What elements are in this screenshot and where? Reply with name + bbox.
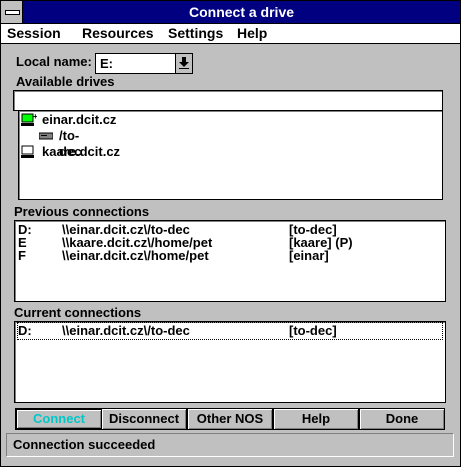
local-name-dropdown[interactable]: E: [95, 53, 193, 74]
status-text: Connection succeeded [13, 437, 156, 452]
title-bar: Connect a drive [1, 1, 460, 24]
connect-drive-window: Connect a drive Session Resources Settin… [0, 0, 461, 467]
dropdown-arrow-icon[interactable] [175, 54, 192, 73]
current-connections-label: Current connections [14, 305, 142, 320]
drive-letter: D: [18, 323, 32, 338]
done-button[interactable]: Done [359, 408, 445, 430]
tree-item-label: kaare.dcit.cz [42, 144, 121, 159]
other-nos-button[interactable]: Other NOS [187, 408, 273, 430]
help-button[interactable]: Help [273, 408, 359, 430]
connection-path: \\einar.dcit.cz\/to-dec [62, 323, 190, 338]
available-drives-label: Available drives [16, 74, 115, 89]
available-drives-tree[interactable]: + einar.dcit.cz /to-dec kaare.dcit.cz [18, 110, 443, 200]
connection-tag: [einar] [289, 248, 329, 263]
connect-button[interactable]: Connect [15, 408, 103, 430]
computer-icon: + [21, 113, 37, 126]
menu-settings[interactable]: Settings [168, 25, 223, 41]
previous-connections-label: Previous connections [14, 204, 150, 219]
list-item[interactable]: D: \\einar.dcit.cz\/to-dec [to-dec] [17, 322, 443, 340]
path-input[interactable] [13, 90, 443, 111]
disconnect-button[interactable]: Disconnect [101, 408, 187, 430]
menu-bar: Session Resources Settings Help [1, 24, 460, 44]
drive-letter: F [18, 248, 26, 263]
computer-icon [21, 145, 34, 158]
current-connections-list[interactable]: D: \\einar.dcit.cz\/to-dec [to-dec] [14, 321, 446, 403]
list-item[interactable]: F \\einar.dcit.cz\/home/pet [einar] [18, 248, 442, 264]
window-title: Connect a drive [188, 4, 295, 20]
previous-connections-list[interactable]: D: \\einar.dcit.cz\/to-dec [to-dec] E \\… [14, 220, 446, 302]
connection-path: \\einar.dcit.cz\/home/pet [62, 248, 209, 263]
tree-item-label: einar.dcit.cz [42, 112, 117, 127]
status-bar: Connection succeeded [6, 433, 454, 457]
svg-text:+: + [33, 113, 37, 121]
menu-resources[interactable]: Resources [82, 25, 154, 41]
menu-help[interactable]: Help [237, 25, 267, 41]
local-name-label: Local name: [16, 54, 92, 69]
system-menu-button[interactable] [1, 1, 23, 23]
menu-session[interactable]: Session [7, 25, 61, 41]
drive-icon [39, 132, 53, 140]
local-name-value: E: [100, 56, 113, 71]
connection-tag: [to-dec] [289, 323, 337, 338]
